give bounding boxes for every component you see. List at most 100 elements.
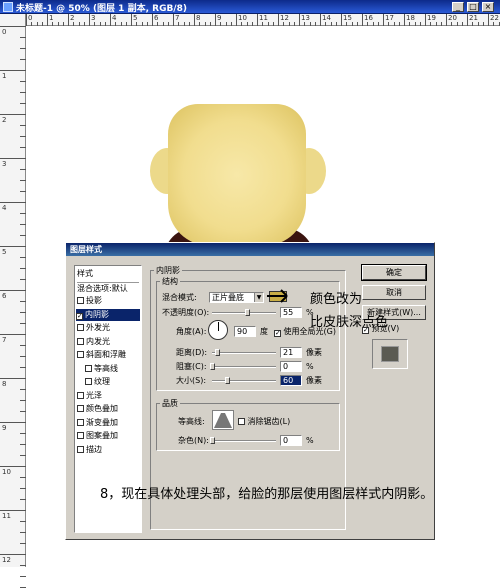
checkbox-unchecked-icon[interactable]	[85, 364, 92, 372]
ruler-label: 10	[2, 468, 11, 476]
ruler-tick	[173, 14, 174, 26]
ruler-minor-tick	[125, 22, 127, 26]
ruler-label: 10	[238, 14, 247, 22]
size-slider-track[interactable]	[212, 380, 276, 382]
opacity-slider-thumb[interactable]	[245, 309, 251, 316]
style-list-item[interactable]: 等高线	[85, 363, 118, 375]
ruler-tick	[404, 14, 405, 26]
style-list-item[interactable]: 斜面和浮雕	[77, 349, 126, 361]
ruler-minor-tick	[430, 22, 432, 26]
contour-picker[interactable]	[212, 410, 234, 430]
style-list-item[interactable]: 光泽	[77, 390, 102, 402]
ruler-horizontal[interactable]: 0 1 2 3 4 5 6 7 8 9 10 11 12 13 14 15 16 17 18 19 20 21 22	[26, 14, 500, 26]
checkbox-unchecked-icon[interactable]	[77, 391, 84, 399]
noise-input[interactable]: 0	[280, 435, 302, 446]
ruler-minor-tick	[251, 22, 253, 26]
checkbox-unchecked-icon[interactable]	[85, 378, 92, 385]
opacity-slider-track[interactable]	[212, 312, 276, 314]
checkbox-checked-icon[interactable]: ✓	[76, 312, 83, 320]
style-list-item-label: 描边	[86, 444, 102, 454]
distance-input[interactable]: 21	[280, 347, 302, 358]
ruler-minor-tick	[146, 22, 148, 26]
style-list-item[interactable]: 纹理	[85, 376, 110, 388]
ruler-label: 2	[70, 14, 75, 22]
ruler-minor-tick	[393, 22, 395, 26]
ruler-minor-tick	[199, 22, 201, 26]
angle-dial[interactable]	[208, 320, 228, 340]
ruler-minor-tick	[456, 22, 458, 26]
ruler-minor-tick	[20, 477, 26, 478]
ruler-label: 19	[427, 14, 436, 22]
style-list-item[interactable]: 混合选项:默认	[77, 281, 139, 294]
checkbox-unchecked-icon[interactable]	[77, 351, 84, 358]
ruler-tick	[425, 14, 426, 26]
anti-alias-checkbox[interactable]: 消除锯齿(L)	[238, 416, 290, 427]
style-list-item[interactable]: 渐变叠加	[77, 417, 118, 429]
checkbox-unchecked-icon[interactable]	[77, 297, 84, 304]
ruler-minor-tick	[377, 22, 379, 26]
style-list-item[interactable]: 样式	[77, 268, 93, 280]
style-list-item[interactable]: 颜色叠加	[77, 403, 118, 415]
checkbox-unchecked-icon[interactable]	[77, 405, 84, 412]
ruler-minor-tick	[94, 22, 96, 26]
checkbox-unchecked-icon[interactable]	[77, 324, 84, 331]
style-list-item[interactable]: 外发光	[77, 322, 110, 334]
style-list-item[interactable]: 描边	[77, 444, 102, 456]
minimize-button[interactable]: _	[452, 2, 464, 12]
choke-slider-track[interactable]	[212, 366, 276, 368]
ruler-tick	[0, 114, 26, 115]
ruler-minor-tick	[20, 37, 26, 38]
ruler-vertical[interactable]: 0 1 2 3 4 5 6 7 8 9 10 11 12	[0, 14, 26, 588]
ruler-tick	[152, 14, 153, 26]
ruler-tick	[257, 14, 258, 26]
ruler-minor-tick	[498, 22, 500, 26]
size-input[interactable]: 60	[280, 375, 302, 386]
distance-slider-track[interactable]	[212, 352, 276, 354]
ruler-minor-tick	[20, 323, 26, 324]
ruler-minor-tick	[20, 81, 26, 82]
close-button[interactable]: ×	[482, 2, 494, 12]
ruler-minor-tick	[20, 147, 26, 148]
dialog-title-bar[interactable]: 图层样式	[66, 243, 434, 256]
choke-slider-thumb[interactable]	[210, 363, 215, 370]
ruler-minor-tick	[20, 444, 26, 445]
ruler-minor-tick	[409, 22, 411, 26]
ruler-minor-tick	[309, 22, 311, 26]
ruler-minor-tick	[482, 22, 484, 26]
ruler-label: 8	[196, 14, 201, 22]
style-list-item[interactable]: 图案叠加	[77, 430, 118, 442]
ruler-minor-tick	[20, 400, 26, 401]
ruler-label: 9	[217, 14, 222, 22]
noise-slider-thumb[interactable]	[210, 437, 215, 444]
maximize-button[interactable]: □	[467, 2, 479, 12]
ruler-minor-tick	[20, 455, 26, 456]
distance-slider-thumb[interactable]	[215, 349, 221, 356]
checkbox-unchecked-icon[interactable]	[77, 445, 84, 453]
noise-slider-track[interactable]	[212, 440, 276, 442]
ruler-minor-tick	[73, 22, 75, 26]
style-list-item-label: 纹理	[94, 377, 110, 386]
anti-alias-label: 消除锯齿(L)	[247, 417, 291, 426]
choke-input[interactable]: 0	[280, 361, 302, 372]
document-title-bar[interactable]: 未标题-1 @ 50% (图层 1 副本, RGB/8) _ □ ×	[0, 0, 500, 14]
ok-button[interactable]: 确定	[361, 264, 427, 281]
ruler-label: 7	[2, 336, 7, 344]
ruler-label: 4	[112, 14, 117, 22]
angle-input[interactable]: 90	[234, 326, 256, 337]
ruler-minor-tick	[20, 521, 26, 522]
opacity-input[interactable]: 55	[280, 307, 302, 318]
ruler-minor-tick	[141, 22, 143, 26]
checkbox-unchecked-icon[interactable]	[77, 418, 84, 426]
checkbox-unchecked-icon[interactable]	[77, 337, 84, 345]
checkbox-unchecked-icon[interactable]	[77, 432, 84, 439]
cancel-button[interactable]: 取消	[362, 285, 426, 300]
ruler-tick	[446, 14, 447, 26]
size-slider-thumb[interactable]	[225, 377, 231, 384]
style-list-item[interactable]: 内发光	[77, 336, 110, 348]
style-list-item[interactable]: ✓ 内阴影	[76, 308, 140, 321]
ruler-minor-tick	[372, 22, 374, 26]
style-list-item-label: 图案叠加	[86, 431, 118, 440]
ruler-label: 14	[322, 14, 331, 22]
blend-mode-select[interactable]: 正片叠底 ▼	[209, 292, 264, 303]
style-list-item[interactable]: 投影	[77, 295, 102, 307]
